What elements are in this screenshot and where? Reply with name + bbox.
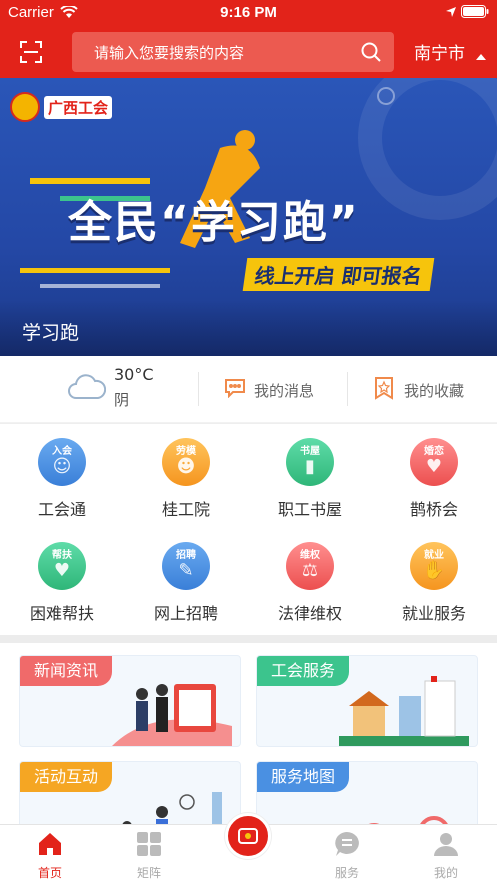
grid-tag: 入会 bbox=[52, 446, 72, 457]
search-placeholder: 请输入您要搜索的内容 bbox=[94, 44, 245, 62]
grid-label: 工会通 bbox=[37, 500, 86, 519]
building-illustration bbox=[339, 676, 469, 746]
book-icon: 书屋 ▮ bbox=[286, 438, 334, 486]
grid-item-guigongyuan[interactable]: 劳模 ☻ 桂工院 bbox=[124, 438, 248, 520]
gavel-icon: 维权 ⚖ bbox=[286, 542, 334, 590]
grid-item-recruitment[interactable]: 招聘 ✎ 网上招聘 bbox=[124, 542, 248, 624]
card-title: 活动互动 bbox=[20, 762, 113, 792]
home-icon bbox=[39, 833, 61, 855]
favorite-icon[interactable] bbox=[373, 376, 395, 404]
grid-item-hardship-aid[interactable]: 帮扶 ♥ 困难帮扶 bbox=[0, 542, 124, 624]
app-home-screen: Carrier 9:16 PM 请输入您要搜索的内容 南宁市 广西工会 全民“学… bbox=[0, 0, 497, 883]
grid-label: 鹊桥会 bbox=[409, 500, 458, 519]
user-icon bbox=[434, 833, 458, 856]
search-icon[interactable] bbox=[360, 41, 382, 67]
grid-item-legal-rights[interactable]: 维权 ⚖ 法律维权 bbox=[248, 542, 372, 624]
service-chat-icon bbox=[335, 832, 359, 856]
resume-icon: 招聘 ✎ bbox=[162, 542, 210, 590]
search-input[interactable]: 请输入您要搜索的内容 bbox=[72, 32, 394, 72]
card-title: 服务地图 bbox=[257, 762, 350, 792]
cloud-icon bbox=[68, 374, 107, 404]
grid-tag: 劳模 bbox=[176, 446, 196, 457]
model-worker-icon: 劳模 ☻ bbox=[162, 438, 210, 486]
grid-item-ghtong[interactable]: 入会 ☺ 工会通 bbox=[0, 438, 124, 520]
tab-home[interactable]: 首页 bbox=[20, 831, 80, 881]
grid-item-queqiao[interactable]: 婚恋 ♥ 鹊桥会 bbox=[372, 438, 496, 520]
divider bbox=[198, 372, 199, 406]
union-logo: 广西工会 bbox=[10, 92, 113, 122]
location-arrow-icon bbox=[446, 6, 456, 17]
grid-tag: 维权 bbox=[300, 550, 320, 561]
status-right bbox=[445, 5, 489, 18]
grid-label: 就业服务 bbox=[401, 604, 466, 623]
grid-tag: 帮扶 bbox=[52, 550, 72, 561]
section-divider bbox=[0, 635, 497, 643]
scan-icon[interactable] bbox=[19, 40, 43, 64]
grid-tag: 婚恋 bbox=[424, 446, 444, 457]
grid-item-employment[interactable]: 就业 ✋ 就业服务 bbox=[372, 542, 496, 624]
heart-icon: 婚恋 ♥ bbox=[410, 438, 458, 486]
grid-icon bbox=[137, 832, 161, 856]
grid-label: 职工书屋 bbox=[277, 500, 342, 519]
handshake-icon: 就业 ✋ bbox=[410, 542, 458, 590]
feature-cards: 新闻资讯 工会服务 活动互动 服务地图 bbox=[0, 643, 497, 853]
card-union-services[interactable]: 工会服务 bbox=[256, 655, 478, 747]
grid-tag: 书屋 bbox=[300, 446, 320, 457]
banner-headline: 全民“学习跑” bbox=[68, 197, 360, 248]
card-title: 新闻资讯 bbox=[20, 656, 113, 686]
tab-label: 首页 bbox=[37, 866, 62, 880]
card-news[interactable]: 新闻资讯 bbox=[19, 655, 241, 747]
my-messages-link[interactable]: 我的消息 bbox=[254, 380, 314, 401]
top-bar: 请输入您要搜索的内容 南宁市 bbox=[0, 30, 497, 74]
card-title: 工会服务 bbox=[257, 656, 350, 686]
tab-matrix[interactable]: 矩阵 bbox=[119, 831, 179, 881]
tab-label: 我的 bbox=[433, 866, 458, 880]
status-bar: Carrier 9:16 PM bbox=[0, 0, 497, 26]
service-grid: 入会 ☺ 工会通 劳模 ☻ 桂工院 书屋 ▮ 职工书屋 婚恋 ♥ 鹊桥会 帮扶 ♥ bbox=[0, 423, 497, 635]
chevron-up-icon[interactable] bbox=[476, 54, 486, 60]
center-action-button[interactable] bbox=[225, 813, 271, 859]
weather-condition: 阴 bbox=[114, 391, 130, 409]
bottom-tab-bar: 首页 矩阵 服务 我的 bbox=[0, 813, 497, 883]
quick-info-row: 30°C 阴 我的消息 我的收藏 bbox=[0, 356, 497, 422]
logo-text: 广西工会 bbox=[44, 95, 113, 119]
message-icon[interactable] bbox=[224, 378, 246, 402]
app-header: Carrier 9:16 PM 请输入您要搜索的内容 南宁市 bbox=[0, 0, 497, 78]
tab-profile[interactable]: 我的 bbox=[416, 831, 476, 881]
tab-label: 矩阵 bbox=[136, 866, 161, 880]
grid-label: 法律维权 bbox=[277, 604, 342, 623]
tab-services[interactable]: 服务 bbox=[317, 831, 377, 881]
grid-tag: 招聘 bbox=[176, 550, 196, 561]
union-emblem-icon bbox=[10, 92, 40, 122]
grid-item-bookhouse[interactable]: 书屋 ▮ 职工书屋 bbox=[248, 438, 372, 520]
clock-label: 9:16 PM bbox=[220, 4, 277, 21]
member-icon: 入会 ☺ bbox=[38, 438, 86, 486]
battery-icon bbox=[461, 5, 489, 18]
grid-label: 桂工院 bbox=[161, 500, 210, 519]
temperature: 30°C bbox=[114, 365, 154, 384]
grid-tag: 就业 bbox=[424, 550, 444, 561]
my-favorites-link[interactable]: 我的收藏 bbox=[404, 380, 464, 401]
banner-carousel[interactable]: 广西工会 全民“学习跑” 线上开启 即可报名 学习跑 bbox=[0, 78, 497, 356]
tab-label: 服务 bbox=[334, 866, 359, 880]
city-selector[interactable]: 南宁市 bbox=[414, 39, 465, 64]
divider bbox=[347, 372, 348, 406]
news-illustration bbox=[112, 684, 232, 746]
helping-hand-icon: 帮扶 ♥ bbox=[38, 542, 86, 590]
banner-caption: 学习跑 bbox=[22, 322, 80, 344]
union-emblem-icon bbox=[238, 828, 258, 844]
grid-label: 困难帮扶 bbox=[29, 604, 94, 623]
banner-subline: 线上开启 即可报名 bbox=[242, 258, 435, 291]
grid-label: 网上招聘 bbox=[153, 604, 218, 623]
